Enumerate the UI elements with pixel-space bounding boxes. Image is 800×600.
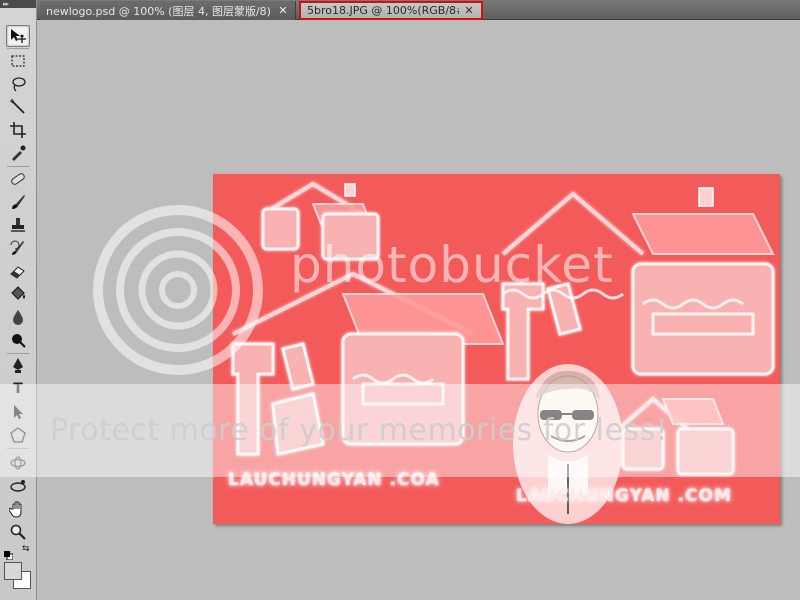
3d-rotate-tool-icon[interactable] (6, 452, 30, 474)
dodge-tool-icon[interactable] (6, 329, 30, 351)
eraser-tool-icon[interactable] (6, 260, 30, 282)
domain-text-right: LAUCHUNGYAN .COM (516, 486, 732, 506)
eyedropper-tool-icon[interactable] (6, 142, 30, 164)
hand-tool-icon[interactable] (6, 498, 30, 520)
default-colors-icon[interactable] (4, 545, 14, 561)
foreground-color-swatch[interactable] (4, 562, 22, 580)
swap-colors-icon[interactable]: ⇆ (22, 544, 32, 554)
brush-tool-icon[interactable] (6, 191, 30, 213)
clone-stamp-tool-icon[interactable] (6, 214, 30, 236)
type-tool-icon[interactable]: T (6, 378, 30, 400)
move-tool-icon[interactable] (6, 25, 30, 47)
toolbox-panel: ▸▸ T ⇆ (0, 0, 37, 600)
domain-text-left: LAUCHUNGYAN .COA (228, 470, 440, 490)
tab-label: 5bro18.JPG @ 100%(RGB/8#) (307, 4, 459, 17)
tab-label: newlogo.psd @ 100% (图层 4, 图层蒙版/8) * (46, 4, 273, 18)
toolbox-grip[interactable]: ▸▸ (0, 0, 36, 8)
pen-tool-icon[interactable] (6, 355, 30, 377)
close-icon[interactable]: ✕ (463, 4, 475, 17)
crop-tool-icon[interactable] (6, 119, 30, 141)
history-brush-tool-icon[interactable] (6, 237, 30, 259)
paint-bucket-tool-icon[interactable] (6, 283, 30, 305)
tab-5bro18[interactable]: 5bro18.JPG @ 100%(RGB/8#) ✕ (299, 1, 483, 20)
path-selection-tool-icon[interactable] (6, 401, 30, 423)
document-canvas[interactable]: LAUCHUNGYAN .COA LAUCHUNGYAN .COM (213, 174, 780, 524)
magic-wand-tool-icon[interactable] (6, 96, 30, 118)
marquee-tool-icon[interactable] (6, 50, 30, 72)
type-tool-glyph: T (13, 381, 23, 397)
3d-orbit-tool-icon[interactable] (6, 475, 30, 497)
tab-newlogo[interactable]: newlogo.psd @ 100% (图层 4, 图层蒙版/8) * ✕ (40, 1, 296, 20)
document-tab-bar: newlogo.psd @ 100% (图层 4, 图层蒙版/8) * ✕ 5b… (37, 0, 800, 20)
zoom-tool-icon[interactable] (6, 521, 30, 543)
photoshop-window: ▸▸ T ⇆ newlogo.psd @ 100% (图层 4, 图层蒙版/8)… (0, 0, 800, 600)
lasso-tool-icon[interactable] (6, 73, 30, 95)
shape-tool-icon[interactable] (6, 424, 30, 446)
close-icon[interactable]: ✕ (277, 4, 289, 17)
healing-brush-tool-icon[interactable] (6, 168, 30, 190)
blur-tool-icon[interactable] (6, 306, 30, 328)
